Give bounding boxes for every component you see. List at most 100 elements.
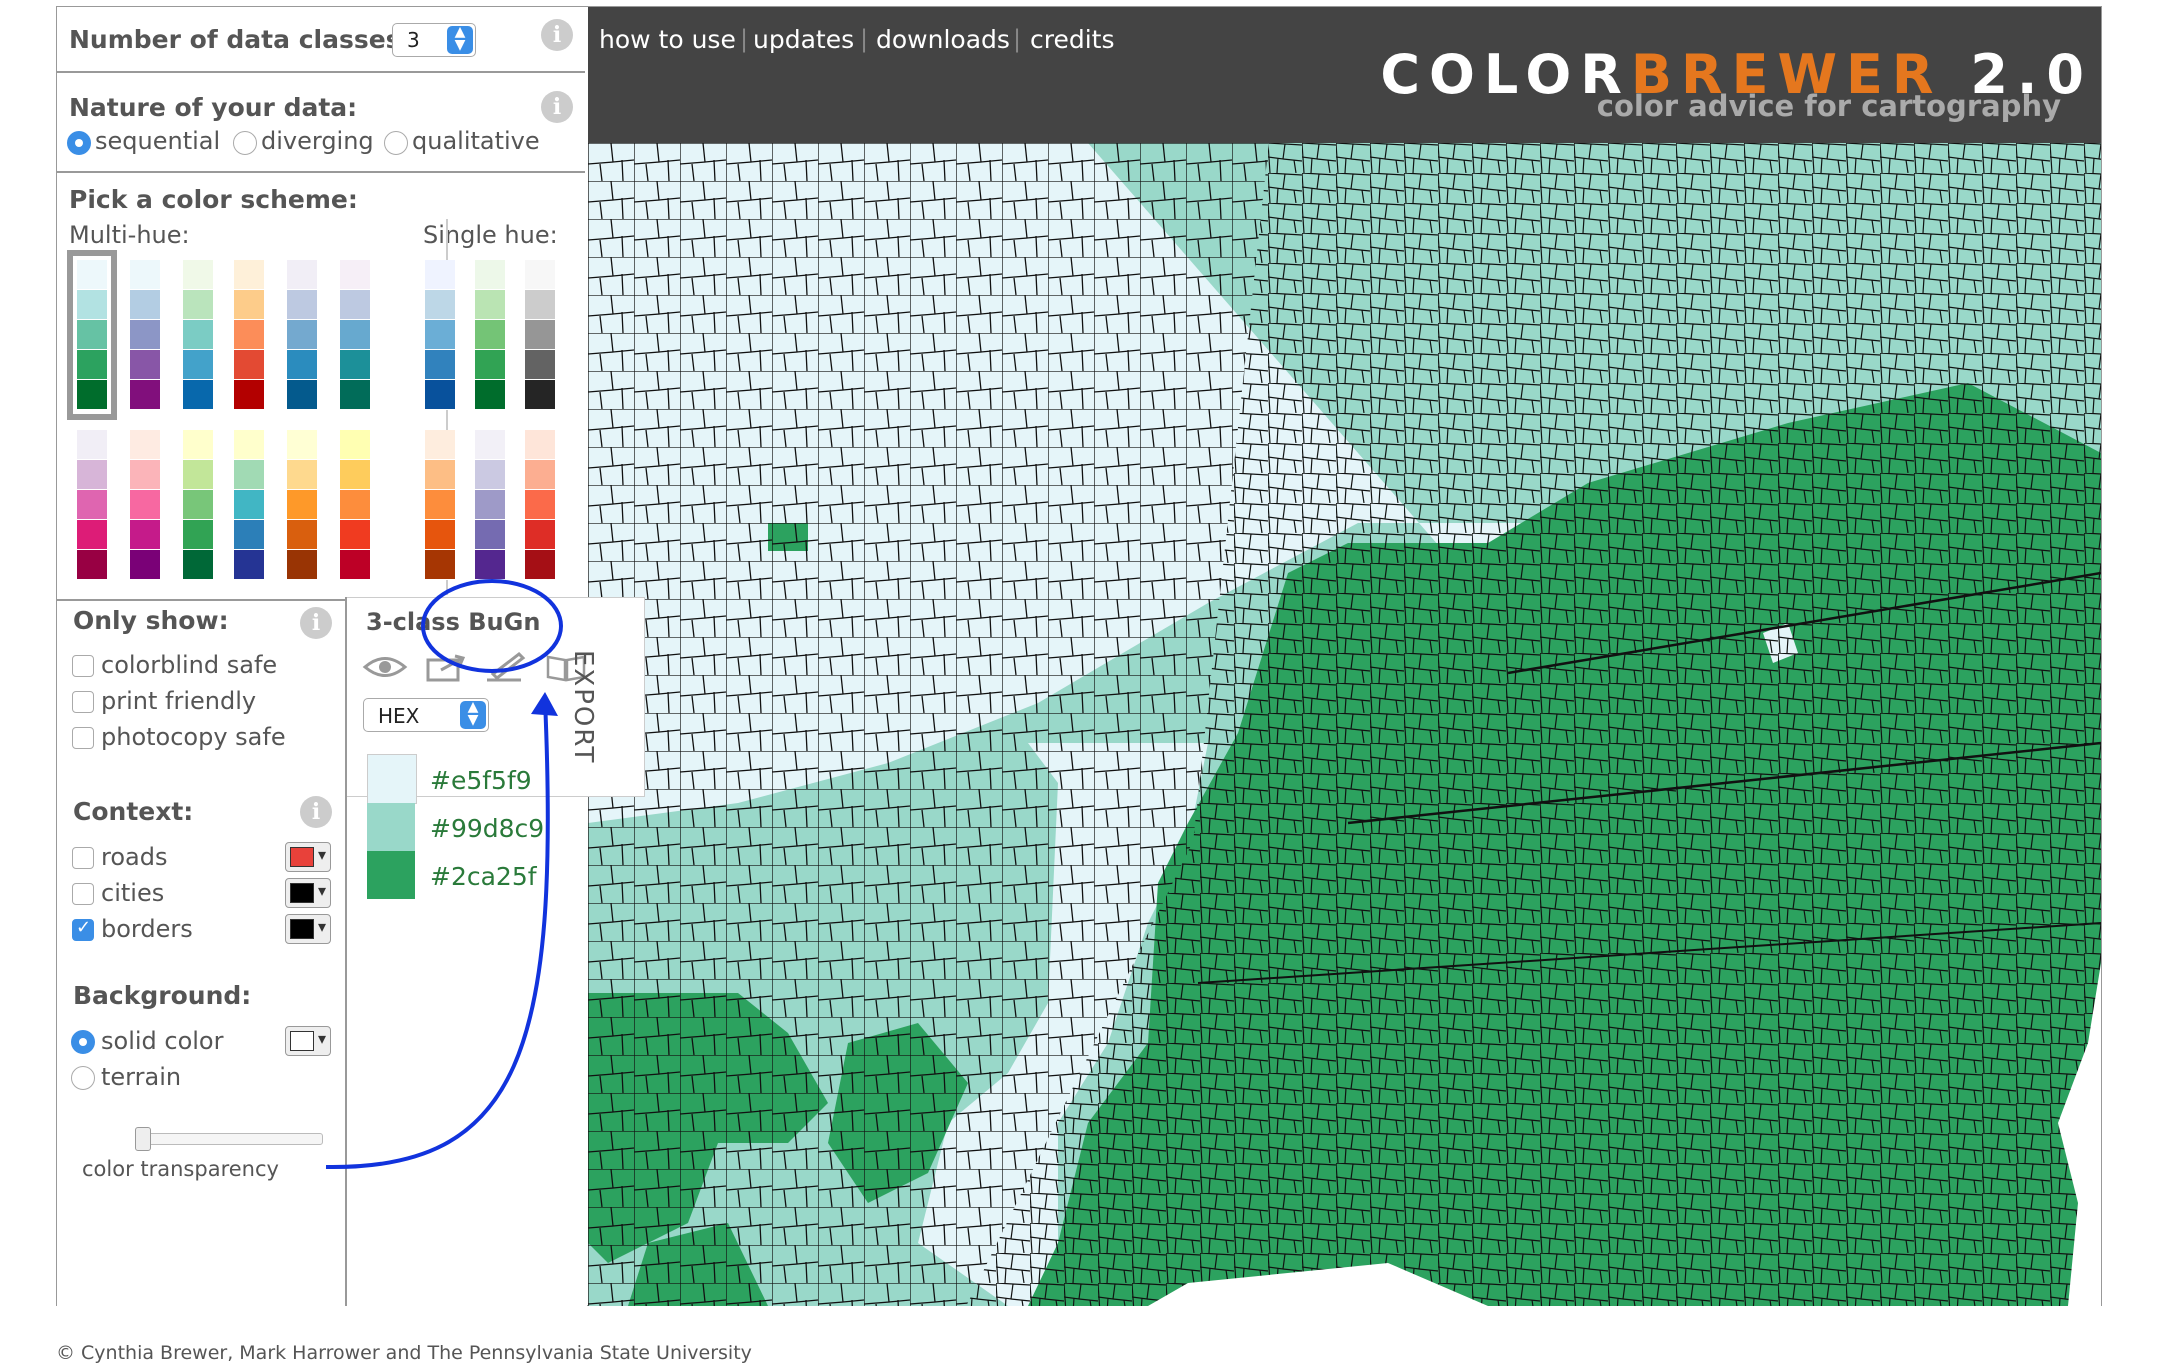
- scheme-color-cell: [287, 430, 317, 460]
- color-scheme-swatch[interactable]: [475, 430, 505, 580]
- color-scheme-swatch[interactable]: [475, 260, 505, 410]
- scheme-color-cell: [287, 490, 317, 520]
- only-show-label: Only show:: [73, 606, 229, 635]
- scheme-color-cell: [340, 490, 370, 520]
- scheme-color-cell: [130, 350, 160, 380]
- scheme-color-cell: [475, 520, 505, 550]
- photocopy-safe-checkbox[interactable]: [72, 727, 94, 749]
- num-classes-select[interactable]: 3 ▲ ▼: [392, 23, 476, 57]
- scheme-color-cell: [525, 550, 555, 580]
- scheme-color-cell: [183, 320, 213, 350]
- radio-diverging[interactable]: [233, 131, 257, 155]
- scheme-color-cell: [525, 290, 555, 320]
- scheme-color-cell: [77, 320, 107, 350]
- radio-solid-color[interactable]: [71, 1030, 95, 1054]
- scheme-color-cell: [287, 350, 317, 380]
- color-scheme-swatch[interactable]: [130, 430, 160, 580]
- color-scheme-swatch[interactable]: [340, 260, 370, 410]
- share-icon[interactable]: [425, 652, 467, 682]
- spinner-arrows-icon: ▲ ▼: [460, 700, 486, 729]
- nature-option-label: diverging: [261, 127, 374, 155]
- scheme-color-cell: [525, 430, 555, 460]
- scheme-color-cell: [130, 430, 160, 460]
- cities-color-picker[interactable]: ▾: [285, 878, 331, 908]
- scheme-color-cell: [340, 260, 370, 290]
- dropdown-arrow-icon: ▾: [317, 1029, 326, 1048]
- scheme-color-cell: [183, 550, 213, 580]
- spinner-arrows-icon: ▲ ▼: [447, 25, 473, 54]
- transparency-slider-track[interactable]: [137, 1133, 323, 1145]
- context-item-label: roads: [101, 843, 168, 871]
- nature-option-label: qualitative: [412, 127, 540, 155]
- roads-checkbox[interactable]: [72, 847, 94, 869]
- scheme-color-cell: [287, 460, 317, 490]
- color-scheme-swatch[interactable]: [287, 260, 317, 410]
- nature-label: Nature of your data:: [69, 93, 358, 122]
- hex-value: #99d8c9: [430, 814, 545, 843]
- scheme-color-cell: [340, 290, 370, 320]
- cities-checkbox[interactable]: [72, 883, 94, 905]
- scheme-color-cell: [475, 490, 505, 520]
- export-format-select[interactable]: HEX ▲ ▼: [363, 698, 489, 732]
- filter-label: print friendly: [101, 687, 257, 715]
- colorblind-safe-checkbox[interactable]: [72, 655, 94, 677]
- borders-checkbox[interactable]: [72, 917, 94, 941]
- scheme-color-cell: [287, 260, 317, 290]
- scheme-color-cell: [183, 430, 213, 460]
- map-view[interactable]: [588, 143, 2101, 1306]
- context-item-label: cities: [101, 879, 165, 907]
- color-scheme-swatch[interactable]: [67, 250, 117, 420]
- county-map: [588, 143, 2101, 1306]
- nav-how-to-use[interactable]: how to use: [599, 25, 736, 54]
- color-scheme-swatch[interactable]: [525, 260, 555, 410]
- transparency-slider-thumb[interactable]: [135, 1127, 151, 1151]
- color-scheme-swatch[interactable]: [130, 260, 160, 410]
- info-icon[interactable]: i: [300, 796, 332, 828]
- scheme-color-cell: [234, 350, 264, 380]
- scheme-color-cell: [340, 520, 370, 550]
- color-scheme-swatch[interactable]: [525, 430, 555, 580]
- scheme-color-cell: [183, 490, 213, 520]
- info-icon[interactable]: i: [541, 19, 573, 51]
- radio-sequential[interactable]: [67, 131, 91, 155]
- scheme-color-cell: [77, 520, 107, 550]
- nav-updates[interactable]: updates: [753, 25, 854, 54]
- scheme-color-cell: [425, 320, 455, 350]
- nav-credits[interactable]: credits: [1030, 25, 1115, 54]
- scheme-color-cell: [234, 550, 264, 580]
- scheme-color-cell: [340, 460, 370, 490]
- radio-qualitative[interactable]: [384, 131, 408, 155]
- pencil-icon[interactable]: [483, 652, 527, 682]
- color-scheme-swatch[interactable]: [287, 430, 317, 580]
- export-tab[interactable]: EXPORT: [568, 650, 598, 764]
- radio-terrain[interactable]: [71, 1066, 95, 1090]
- color-scheme-swatch[interactable]: [183, 260, 213, 410]
- roads-color-picker[interactable]: ▾: [285, 842, 331, 872]
- color-scheme-swatch[interactable]: [234, 430, 264, 580]
- scheme-color-cell: [525, 260, 555, 290]
- eye-icon[interactable]: [362, 652, 408, 682]
- scheme-color-cell: [234, 520, 264, 550]
- nav-downloads[interactable]: downloads: [876, 25, 1010, 54]
- background-color-picker[interactable]: ▾: [285, 1026, 331, 1056]
- color-scheme-swatch[interactable]: [234, 260, 264, 410]
- color-scheme-swatch[interactable]: [77, 430, 107, 580]
- color-scheme-swatch[interactable]: [425, 430, 455, 580]
- scheme-color-cell: [340, 550, 370, 580]
- color-scheme-swatch[interactable]: [340, 430, 370, 580]
- context-label: Context:: [73, 797, 194, 826]
- scheme-color-cell: [234, 380, 264, 410]
- color-scheme-swatch[interactable]: [425, 260, 455, 410]
- info-icon[interactable]: i: [300, 607, 332, 639]
- color-swatch: [290, 1031, 314, 1051]
- color-scheme-swatch[interactable]: [183, 430, 213, 580]
- print-friendly-checkbox[interactable]: [72, 691, 94, 713]
- hex-value: #2ca25f: [430, 862, 537, 891]
- info-icon[interactable]: i: [541, 91, 573, 123]
- scheme-color-cell: [425, 380, 455, 410]
- scheme-color-cell: [287, 520, 317, 550]
- scheme-color-cell: [77, 260, 107, 290]
- filter-label: colorblind safe: [101, 651, 278, 679]
- color-swatch: [290, 919, 314, 939]
- borders-color-picker[interactable]: ▾: [285, 914, 331, 944]
